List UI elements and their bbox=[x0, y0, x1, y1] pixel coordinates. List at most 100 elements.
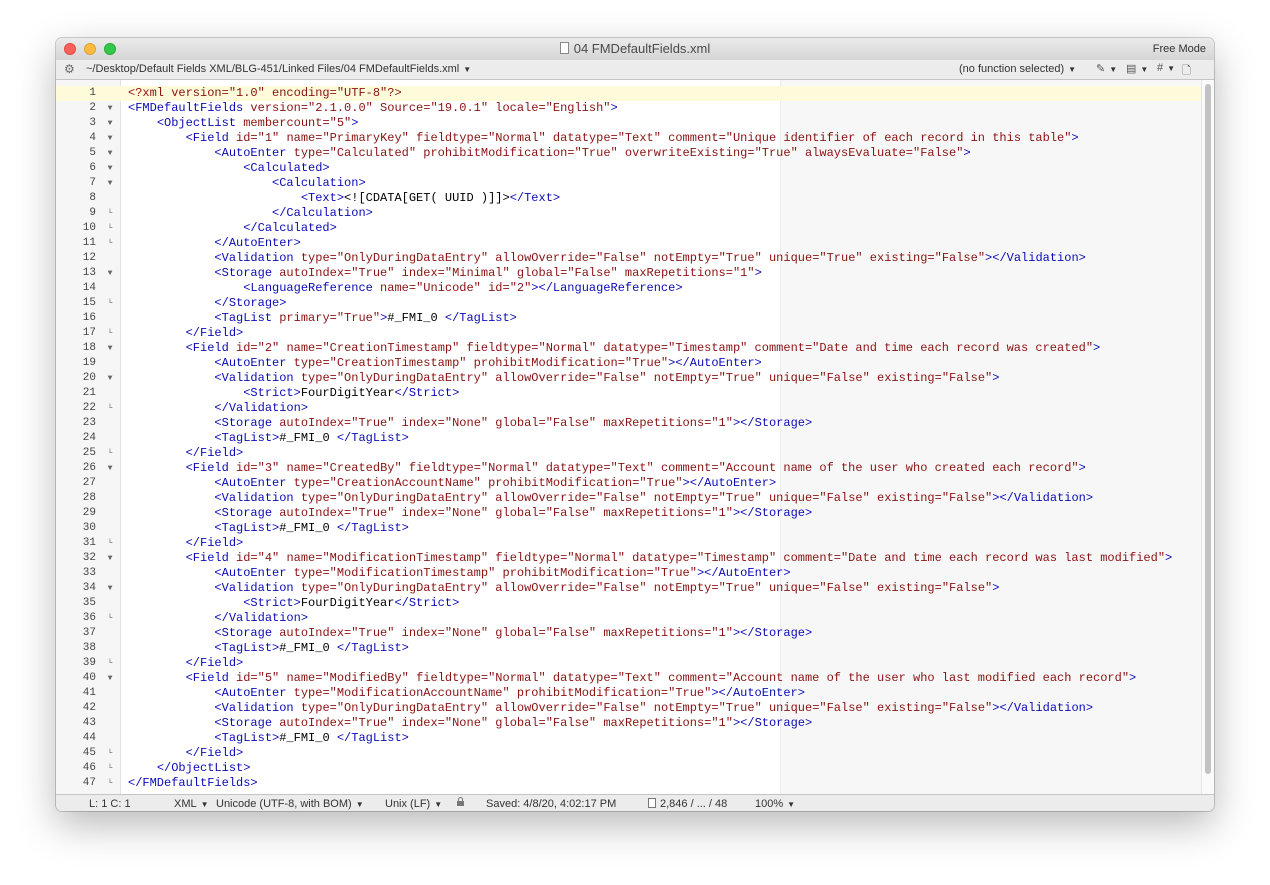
code-line[interactable]: 20 ▼ <Validation type="OnlyDuringDataEntr… bbox=[56, 371, 1202, 386]
code-line[interactable]: 6 ▼ <Calculated> bbox=[56, 161, 1202, 176]
code-line[interactable]: 35 <Strict>FourDigitYear</Strict> bbox=[56, 596, 1202, 611]
code-line[interactable]: 15 └ </Storage> bbox=[56, 296, 1202, 311]
gear-icon[interactable]: ⚙ bbox=[64, 62, 75, 76]
function-popup[interactable]: (no function selected) ▼ bbox=[959, 63, 1076, 75]
code-line[interactable]: 10 └ </Calculated> bbox=[56, 221, 1202, 236]
fold-triangle-icon[interactable]: ▼ bbox=[104, 116, 116, 131]
code-line[interactable]: 24 <TagList>#_FMI_0 </TagList> bbox=[56, 431, 1202, 446]
fold-triangle-icon[interactable]: ▼ bbox=[104, 671, 116, 686]
fold-triangle-icon[interactable]: ▼ bbox=[104, 266, 116, 281]
code-line[interactable]: 26 ▼ <Field id="3" name="CreatedBy" field… bbox=[56, 461, 1202, 476]
code-line[interactable]: 30 <TagList>#_FMI_0 </TagList> bbox=[56, 521, 1202, 536]
scroll-thumb[interactable] bbox=[1205, 84, 1211, 774]
code-line[interactable]: 1 <?xml version="1.0" encoding="UTF-8"?> bbox=[56, 86, 1202, 101]
fold-triangle-icon[interactable]: ▼ bbox=[104, 176, 116, 191]
fold-end-icon[interactable]: └ bbox=[104, 656, 116, 671]
fold-triangle-icon[interactable]: ▼ bbox=[104, 581, 116, 596]
vertical-scrollbar[interactable] bbox=[1201, 80, 1214, 794]
code-line[interactable]: 25 └ </Field> bbox=[56, 446, 1202, 461]
list-icon[interactable]: ▤ ▼ bbox=[1126, 62, 1148, 75]
code-line[interactable]: 27 <AutoEnter type="CreationAccountName"… bbox=[56, 476, 1202, 491]
fold-triangle-icon[interactable]: ▼ bbox=[104, 371, 116, 386]
fold-end-icon[interactable]: └ bbox=[104, 746, 116, 761]
line-number: 4 bbox=[89, 132, 96, 144]
document-stats[interactable]: 2,846 / ... / 48 bbox=[648, 798, 727, 810]
document-icon[interactable]: 🗋 bbox=[1182, 62, 1191, 81]
code-line[interactable]: 36 └ </Validation> bbox=[56, 611, 1202, 626]
code-line[interactable]: 43 <Storage autoIndex="True" index="None… bbox=[56, 716, 1202, 731]
lock-icon[interactable] bbox=[457, 797, 464, 810]
code-line[interactable]: 41 <AutoEnter type="ModificationAccountN… bbox=[56, 686, 1202, 701]
code-line[interactable]: 9 └ </Calculation> bbox=[56, 206, 1202, 221]
code-line[interactable]: 5 ▼ <AutoEnter type="Calculated" prohibit… bbox=[56, 146, 1202, 161]
fold-end-icon[interactable]: └ bbox=[104, 761, 116, 776]
code-line[interactable]: 38 <TagList>#_FMI_0 </TagList> bbox=[56, 641, 1202, 656]
code-token: alwaysEvaluate= bbox=[797, 146, 913, 160]
code-token: maxRepetitions= bbox=[617, 266, 733, 280]
code-editor[interactable]: 1 <?xml version="1.0" encoding="UTF-8"?> 2… bbox=[56, 80, 1214, 794]
fold-end-icon[interactable]: └ bbox=[104, 776, 116, 791]
fold-triangle-icon[interactable]: ▼ bbox=[104, 131, 116, 146]
fold-end-icon[interactable]: └ bbox=[104, 401, 116, 416]
code-line[interactable]: 4 ▼ <Field id="1" name="PrimaryKey" field… bbox=[56, 131, 1202, 146]
code-line[interactable]: 34 ▼ <Validation type="OnlyDuringDataEntr… bbox=[56, 581, 1202, 596]
code-token: <![CDATA[GET( UUID )]]> bbox=[344, 191, 510, 205]
language-popup[interactable]: XML ▼ bbox=[174, 798, 209, 810]
fold-triangle-icon[interactable]: ▼ bbox=[104, 146, 116, 161]
code-line[interactable]: 2 ▼ <FMDefaultFields version="2.1.0.0" Sou… bbox=[56, 101, 1202, 116]
code-line[interactable]: 28 <Validation type="OnlyDuringDataEntry… bbox=[56, 491, 1202, 506]
code-line[interactable]: 23 <Storage autoIndex="True" index="None… bbox=[56, 416, 1202, 431]
fold-triangle-icon[interactable]: ▼ bbox=[104, 341, 116, 356]
fold-end-icon[interactable]: └ bbox=[104, 326, 116, 341]
code-line[interactable]: 14 <LanguageReference name="Unicode" id=… bbox=[56, 281, 1202, 296]
fold-end-icon[interactable]: └ bbox=[104, 536, 116, 551]
code-line[interactable]: 3 ▼ <ObjectList membercount="5"> bbox=[56, 116, 1202, 131]
code-line[interactable]: 12 <Validation type="OnlyDuringDataEntry… bbox=[56, 251, 1202, 266]
title-bar[interactable]: 04 FMDefaultFields.xml Free Mode bbox=[56, 38, 1214, 61]
code-line[interactable]: 18 ▼ <Field id="2" name="CreationTimestam… bbox=[56, 341, 1202, 356]
code-line[interactable]: 37 <Storage autoIndex="True" index="None… bbox=[56, 626, 1202, 641]
code-line[interactable]: 42 <Validation type="OnlyDuringDataEntry… bbox=[56, 701, 1202, 716]
code-line[interactable]: 47 └ </FMDefaultFields> bbox=[56, 776, 1202, 791]
code-token: type= bbox=[293, 581, 337, 595]
code-line[interactable]: 8 <Text><![CDATA[GET( UUID )]]></Text> bbox=[56, 191, 1202, 206]
code-token: type= bbox=[286, 356, 330, 370]
code-line[interactable]: 31 └ </Field> bbox=[56, 536, 1202, 551]
code-line[interactable]: 7 ▼ <Calculation> bbox=[56, 176, 1202, 191]
fold-end-icon[interactable]: └ bbox=[104, 206, 116, 221]
code-line[interactable]: 19 <AutoEnter type="CreationTimestamp" p… bbox=[56, 356, 1202, 371]
fold-end-icon[interactable]: └ bbox=[104, 221, 116, 236]
code-token: primary= bbox=[272, 311, 337, 325]
code-line[interactable]: 40 ▼ <Field id="5" name="ModifiedBy" fiel… bbox=[56, 671, 1202, 686]
hash-popup[interactable]: # ▼ bbox=[1157, 62, 1175, 74]
code-line[interactable]: 11 └ </AutoEnter> bbox=[56, 236, 1202, 251]
fold-end-icon[interactable]: └ bbox=[104, 611, 116, 626]
fold-end-icon[interactable]: └ bbox=[104, 236, 116, 251]
code-line[interactable]: 46 └ </ObjectList> bbox=[56, 761, 1202, 776]
cursor-position[interactable]: L: 1 C: 1 bbox=[89, 798, 131, 810]
encoding-popup[interactable]: Unicode (UTF-8, with BOM) ▼ bbox=[216, 798, 364, 810]
fold-triangle-icon[interactable]: ▼ bbox=[104, 101, 116, 116]
code-line[interactable]: 21 <Strict>FourDigitYear</Strict> bbox=[56, 386, 1202, 401]
code-line[interactable]: 13 ▼ <Storage autoIndex="True" index="Min… bbox=[56, 266, 1202, 281]
code-line[interactable]: 44 <TagList>#_FMI_0 </TagList> bbox=[56, 731, 1202, 746]
fold-end-icon[interactable]: └ bbox=[104, 296, 116, 311]
code-line[interactable]: 22 └ </Validation> bbox=[56, 401, 1202, 416]
code-line[interactable]: 45 └ </Field> bbox=[56, 746, 1202, 761]
fold-triangle-icon[interactable]: ▼ bbox=[104, 551, 116, 566]
code-line[interactable]: 16 <TagList primary="True">#_FMI_0 </Tag… bbox=[56, 311, 1202, 326]
fold-triangle-icon[interactable]: ▼ bbox=[104, 461, 116, 476]
code-line[interactable]: 32 ▼ <Field id="4" name="ModificationTime… bbox=[56, 551, 1202, 566]
marker-icon[interactable]: ✎ ▼ bbox=[1096, 62, 1117, 75]
code-token: "4" bbox=[257, 551, 280, 565]
code-line[interactable]: 17 └ </Field> bbox=[56, 326, 1202, 341]
code-line[interactable]: 33 <AutoEnter type="ModificationTimestam… bbox=[56, 566, 1202, 581]
zoom-popup[interactable]: 100% ▼ bbox=[755, 798, 795, 810]
fold-triangle-icon[interactable]: ▼ bbox=[104, 161, 116, 176]
code-text: <Storage autoIndex="True" index="None" g… bbox=[128, 416, 812, 431]
code-line[interactable]: 29 <Storage autoIndex="True" index="None… bbox=[56, 506, 1202, 521]
line-endings-popup[interactable]: Unix (LF) ▼ bbox=[385, 798, 442, 810]
fold-end-icon[interactable]: └ bbox=[104, 446, 116, 461]
code-line[interactable]: 39 └ </Field> bbox=[56, 656, 1202, 671]
file-path-popup[interactable]: ~/Desktop/Default Fields XML/BLG-451/Lin… bbox=[86, 63, 471, 75]
